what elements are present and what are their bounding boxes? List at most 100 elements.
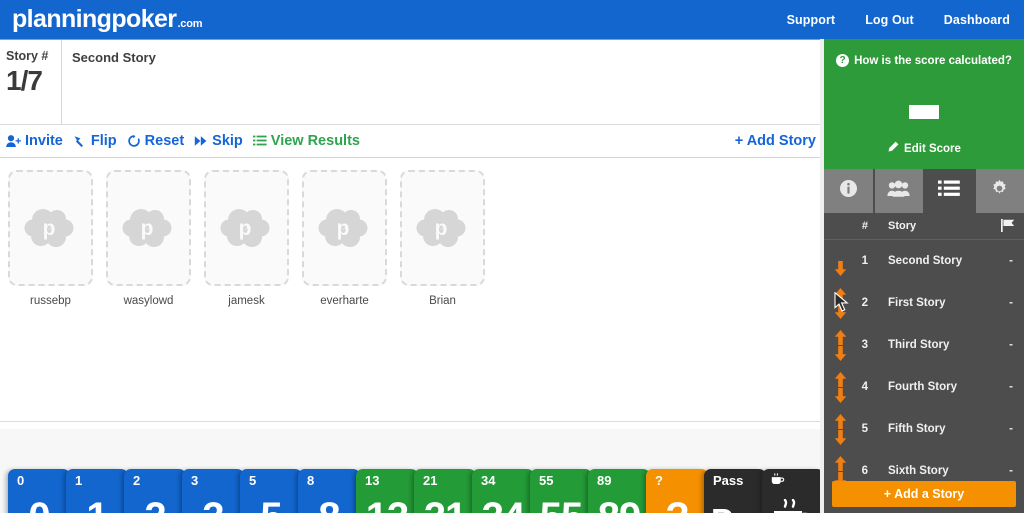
story-counter: Story # 1/7 [0, 40, 62, 124]
main-content: Story # 1/7 Second Story Invite Flip Res… [0, 39, 824, 513]
story-list-row[interactable]: 4 Fourth Story - [824, 366, 1024, 408]
player-slot: p russebp [8, 170, 93, 307]
story-list-row[interactable]: 3 Third Story - [824, 324, 1024, 366]
estimate-card-34[interactable]: 34 34 [472, 469, 534, 513]
move-up-arrow-icon[interactable] [834, 413, 847, 429]
estimate-card-13[interactable]: 13 13 [356, 469, 418, 513]
move-down-arrow-icon[interactable] [834, 260, 847, 276]
svg-text:p: p [140, 217, 153, 240]
card-value: 5 [240, 495, 302, 513]
story-row-points: - [1009, 465, 1013, 477]
fast-forward-icon [194, 135, 208, 147]
card-corner-value: 13 [365, 473, 380, 488]
flip-arrow-icon [73, 134, 87, 148]
score-help-link[interactable]: ? How is the score calculated? [836, 54, 1012, 67]
view-results-button[interactable]: View Results [251, 133, 368, 149]
user-plus-icon [6, 134, 21, 148]
site-logo[interactable]: planningpoker .com [0, 5, 203, 33]
story-row-points: - [1009, 339, 1013, 351]
estimate-card-55[interactable]: 55 55 [530, 469, 592, 513]
story-row-points: - [1009, 381, 1013, 393]
score-panel: ? How is the score calculated? Edit Scor… [824, 39, 1024, 169]
player-card-placeholder[interactable]: p [204, 170, 289, 286]
estimate-card-1[interactable]: 1 1 [66, 469, 128, 513]
card-corner-value: 0 [17, 473, 25, 488]
story-list-header: # Story [824, 213, 1024, 240]
logo-suffix: .com [177, 18, 203, 30]
planningpoker-ghost-icon: p [24, 209, 73, 247]
add-a-story-button[interactable]: + Add a Story [832, 481, 1016, 507]
card-corner-value: 34 [481, 473, 496, 488]
settings-tab[interactable] [975, 169, 1024, 213]
player-card-placeholder[interactable]: p [106, 170, 191, 286]
edit-score-label: Edit Score [904, 142, 961, 155]
skip-button[interactable]: Skip [192, 133, 251, 149]
move-down-arrow-icon[interactable] [834, 387, 847, 403]
card-value: 34 [472, 495, 534, 513]
estimate-card-8[interactable]: 8 8 [298, 469, 360, 513]
card-corner-value: Pass [713, 473, 744, 488]
estimate-card-5[interactable]: 5 5 [240, 469, 302, 513]
estimate-card-0[interactable]: 0 0 [8, 469, 70, 513]
card-corner-value: 89 [597, 473, 612, 488]
info-icon [839, 179, 858, 203]
skip-label: Skip [212, 133, 243, 149]
add-story-button[interactable]: + Add Story [735, 133, 816, 149]
estimation-card-deck: 0 0 1 1 2 2 3 3 5 5 [0, 429, 824, 513]
estimate-card-3[interactable]: 3 3 [182, 469, 244, 513]
edit-score-button[interactable]: Edit Score [887, 141, 961, 156]
score-value [909, 105, 939, 119]
card-value: Pass [704, 499, 766, 513]
card-corner-value: 3 [191, 473, 199, 488]
flip-label: Flip [90, 133, 117, 149]
story-list-row[interactable]: 2 First Story - [824, 282, 1024, 324]
story-list-row[interactable]: 1 Second Story - [824, 240, 1024, 282]
estimate-card-coffee[interactable] [762, 469, 824, 513]
story-counter-label: Story # [6, 49, 49, 63]
move-down-arrow-icon[interactable] [834, 303, 847, 319]
move-down-arrow-icon[interactable] [834, 345, 847, 361]
planning-poker-app: planningpoker .com Support Log Out Dashb… [0, 0, 1024, 513]
deck-divider [0, 421, 820, 422]
nav-link-dashboard[interactable]: Dashboard [944, 13, 1010, 27]
player-card-placeholder[interactable]: p [302, 170, 387, 286]
coffee-cup-icon [770, 473, 785, 491]
estimate-card-pass[interactable]: Pass Pass [704, 469, 766, 513]
move-down-arrow-icon[interactable] [834, 429, 847, 445]
card-value: 0 [8, 495, 70, 513]
card-corner-value: 8 [307, 473, 315, 488]
estimate-card-unknown[interactable]: ? ? [646, 469, 708, 513]
move-up-arrow-icon[interactable] [834, 371, 847, 387]
coffee-cup-large-icon [770, 498, 816, 513]
stories-tab[interactable] [925, 169, 976, 213]
nav-link-support[interactable]: Support [787, 13, 836, 27]
card-corner-value: 2 [133, 473, 141, 488]
story-list-row[interactable]: 5 Fifth Story - [824, 408, 1024, 450]
svg-text:p: p [238, 217, 251, 240]
info-tab[interactable] [824, 169, 875, 213]
card-value: 13 [356, 495, 418, 513]
players-tab[interactable] [874, 169, 925, 213]
estimate-card-89[interactable]: 89 89 [588, 469, 650, 513]
invite-button[interactable]: Invite [4, 133, 71, 149]
estimate-card-2[interactable]: 2 2 [124, 469, 186, 513]
player-slot: p jamesk [204, 170, 289, 307]
move-up-arrow-icon[interactable] [834, 287, 847, 303]
card-corner-value: ? [655, 473, 663, 488]
users-icon [887, 180, 910, 203]
estimate-card-21[interactable]: 21 21 [414, 469, 476, 513]
flag-icon [1001, 219, 1015, 235]
player-card-placeholder[interactable]: p [8, 170, 93, 286]
reset-button[interactable]: Reset [125, 133, 193, 149]
story-row-title: Third Story [888, 339, 950, 351]
logo-text: planningpoker [12, 5, 177, 33]
card-corner-value: 21 [423, 473, 438, 488]
player-card-placeholder[interactable]: p [400, 170, 485, 286]
nav-link-logout[interactable]: Log Out [865, 13, 914, 27]
move-up-arrow-icon[interactable] [834, 329, 847, 345]
card-corner-value: 5 [249, 473, 257, 488]
player-name: russebp [30, 295, 71, 307]
move-up-arrow-icon[interactable] [834, 455, 847, 471]
flip-button[interactable]: Flip [71, 133, 125, 149]
card-value: 8 [298, 495, 360, 513]
